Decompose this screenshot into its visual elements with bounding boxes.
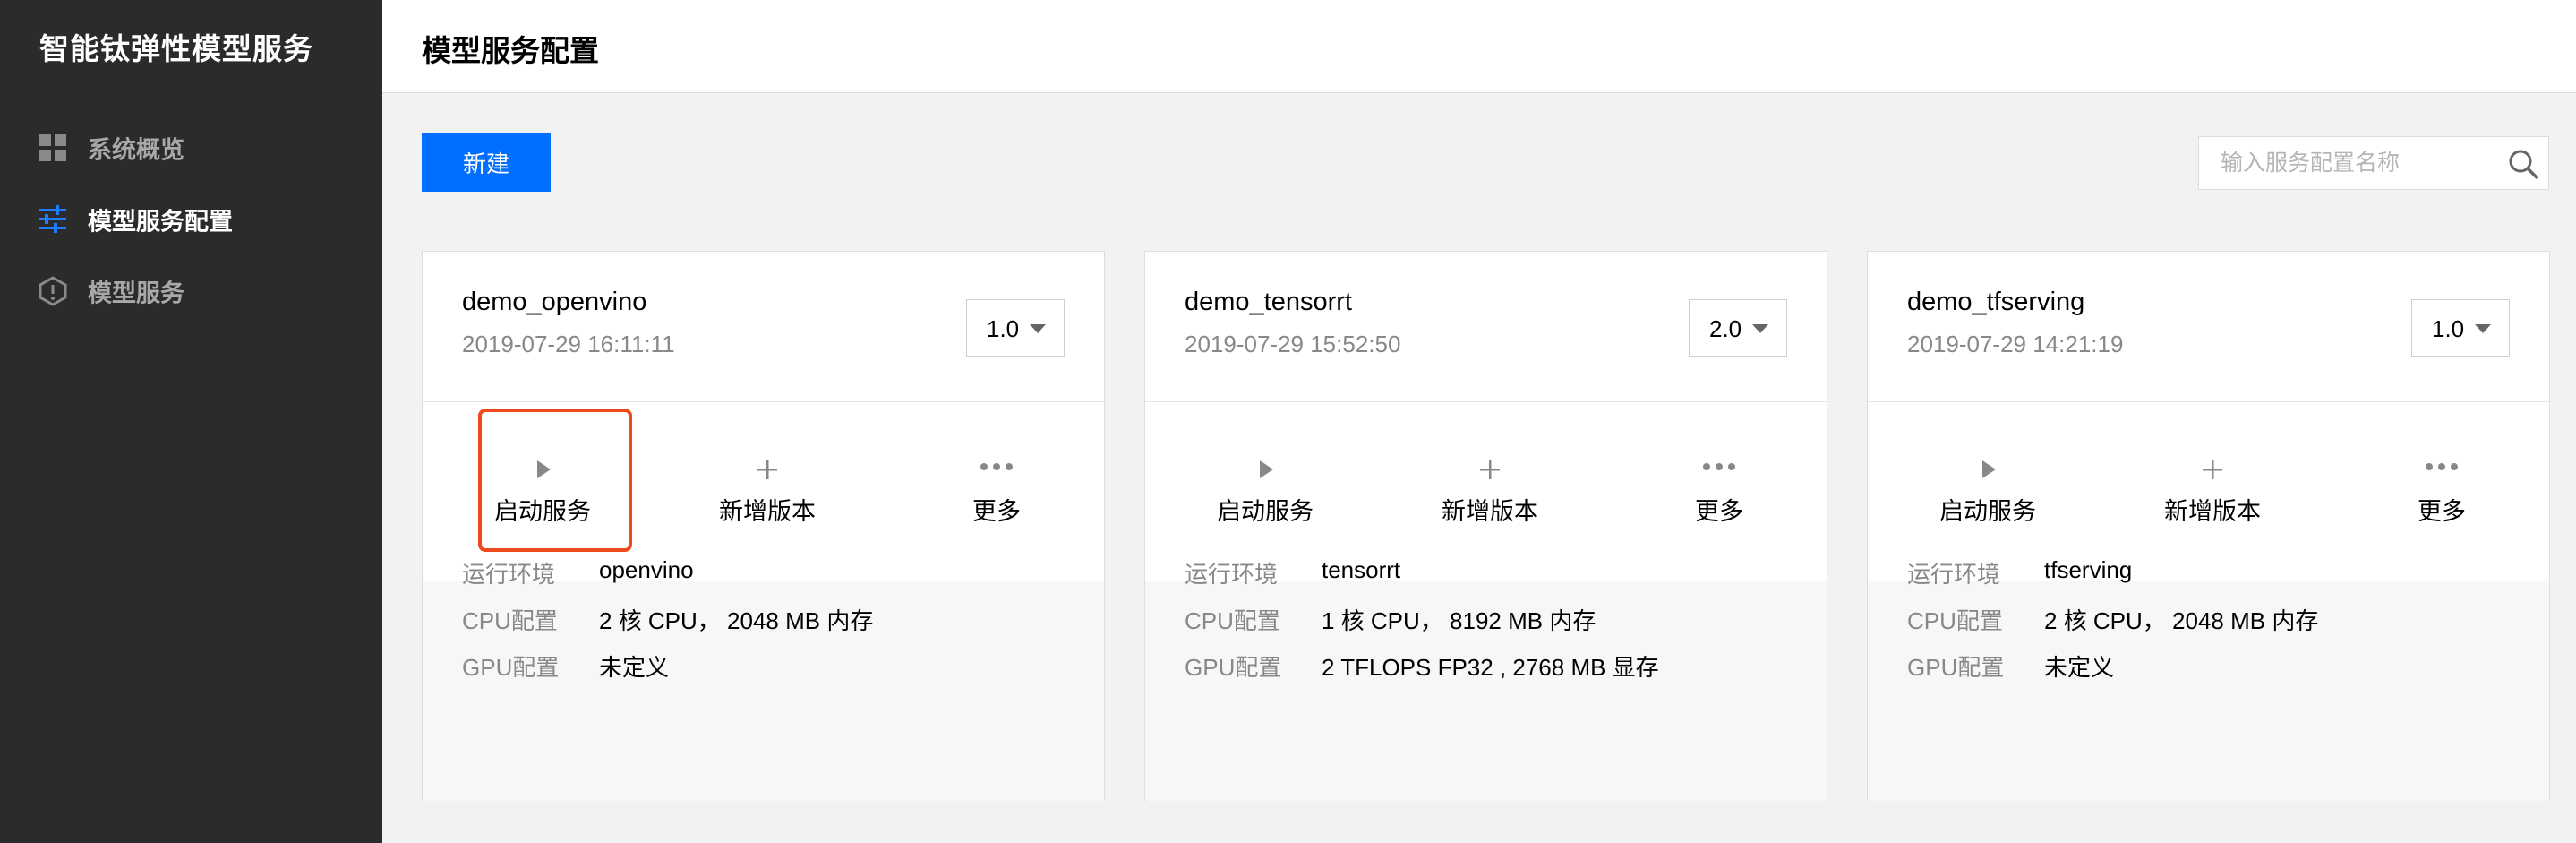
chevron-down-icon bbox=[2475, 324, 2491, 333]
version-select[interactable]: 1.0 bbox=[966, 299, 1065, 357]
detail-value: 2 核 CPU， 2048 MB 内存 bbox=[2044, 607, 2319, 634]
card-time: 2019-07-29 16:11:11 bbox=[462, 331, 675, 357]
play-icon bbox=[1260, 460, 1273, 478]
new-button[interactable]: 新建 bbox=[422, 133, 551, 192]
detail-value: 2 核 CPU， 2048 MB 内存 bbox=[599, 607, 874, 634]
detail-value: 未定义 bbox=[2044, 654, 2115, 681]
plus-icon bbox=[1480, 460, 1500, 479]
page-title: 模型服务配置 bbox=[422, 34, 599, 67]
service-card: demo_tensorrt 2019-07-29 15:52:50 2.0 启动… bbox=[1144, 251, 1827, 801]
detail-key: GPU配置 bbox=[462, 654, 560, 681]
card-actions: 启动服务 新增版本 更多 bbox=[1145, 402, 1827, 563]
search-input[interactable] bbox=[2199, 137, 2486, 189]
app-title: 智能钛弹性模型服务 bbox=[39, 32, 313, 65]
version-select[interactable]: 2.0 bbox=[1689, 299, 1787, 357]
add-version-button[interactable]: 新增版本 bbox=[1436, 402, 1544, 563]
grid-icon bbox=[39, 134, 66, 161]
detail-key: CPU配置 bbox=[1185, 607, 1280, 634]
card-name: demo_tensorrt bbox=[1185, 288, 1352, 316]
add-version-button[interactable]: 新增版本 bbox=[714, 402, 821, 563]
more-button[interactable]: 更多 bbox=[2397, 402, 2486, 563]
detail-key: 运行环境 bbox=[1185, 561, 1279, 588]
header: 模型服务配置 bbox=[382, 0, 2576, 93]
more-button[interactable]: 更多 bbox=[952, 402, 1041, 563]
start-service-button[interactable]: 启动服务 bbox=[1211, 402, 1319, 563]
detail-value: openvino bbox=[599, 556, 694, 583]
card-actions: 启动服务 新增版本 更多 bbox=[1868, 402, 2549, 563]
search-box bbox=[2198, 136, 2549, 190]
more-button[interactable]: 更多 bbox=[1674, 402, 1764, 563]
action-label: 更多 bbox=[1695, 498, 1743, 525]
version-value: 1.0 bbox=[987, 315, 1020, 342]
add-version-button[interactable]: 新增版本 bbox=[2159, 402, 2266, 563]
card-name: demo_tfserving bbox=[1907, 288, 2085, 316]
plus-icon bbox=[757, 460, 777, 479]
play-icon bbox=[1982, 460, 1996, 478]
card-actions: 启动服务 新增版本 更多 bbox=[423, 402, 1104, 563]
action-label: 启动服务 bbox=[494, 498, 591, 525]
ellipsis-icon bbox=[2426, 463, 2458, 470]
play-icon bbox=[537, 460, 551, 478]
sidebar-item-label: 系统概览 bbox=[88, 136, 184, 164]
action-label: 新增版本 bbox=[2164, 498, 2261, 525]
action-label: 新增版本 bbox=[719, 498, 816, 525]
card-time: 2019-07-29 14:21:19 bbox=[1907, 331, 2124, 357]
action-label: 更多 bbox=[972, 498, 1021, 525]
sliders-icon bbox=[39, 205, 66, 233]
sidebar-item-model-config[interactable]: 模型服务配置 bbox=[0, 188, 382, 251]
action-label: 启动服务 bbox=[1217, 498, 1314, 525]
card-header: demo_tfserving 2019-07-29 14:21:19 1.0 bbox=[1868, 252, 2549, 402]
version-value: 2.0 bbox=[1709, 315, 1742, 342]
chevron-down-icon bbox=[1030, 324, 1046, 333]
service-card: demo_openvino 2019-07-29 16:11:11 1.0 启动… bbox=[422, 251, 1105, 801]
detail-key: 运行环境 bbox=[1907, 561, 2001, 588]
sidebar: 智能钛弹性模型服务 系统概览 模型服务配置 模型服务 bbox=[0, 0, 382, 843]
action-label: 新增版本 bbox=[1442, 498, 1538, 525]
detail-key: GPU配置 bbox=[1185, 654, 1282, 681]
sidebar-item-model-service[interactable]: 模型服务 bbox=[0, 260, 382, 323]
service-card: demo_tfserving 2019-07-29 14:21:19 1.0 启… bbox=[1867, 251, 2550, 801]
start-service-button[interactable]: 启动服务 bbox=[1934, 402, 2041, 563]
detail-value: 2 TFLOPS FP32 , 2768 MB 显存 bbox=[1322, 654, 1659, 681]
detail-value: tensorrt bbox=[1322, 556, 1401, 583]
plus-icon bbox=[2203, 460, 2222, 479]
detail-key: CPU配置 bbox=[1907, 607, 2003, 634]
detail-key: CPU配置 bbox=[462, 607, 558, 634]
start-service-button[interactable]: 启动服务 bbox=[489, 402, 596, 563]
action-label: 启动服务 bbox=[1939, 498, 2036, 525]
card-name: demo_openvino bbox=[462, 288, 647, 316]
version-select[interactable]: 1.0 bbox=[2411, 299, 2510, 357]
card-header: demo_tensorrt 2019-07-29 15:52:50 2.0 bbox=[1145, 252, 1827, 402]
ellipsis-icon bbox=[1703, 463, 1735, 470]
detail-value: tfserving bbox=[2044, 556, 2133, 583]
version-value: 1.0 bbox=[2432, 315, 2465, 342]
cube-icon bbox=[39, 276, 67, 306]
detail-key: 运行环境 bbox=[462, 561, 556, 588]
detail-value: 1 核 CPU， 8192 MB 内存 bbox=[1322, 607, 1596, 634]
sidebar-item-label: 模型服务配置 bbox=[88, 208, 233, 236]
ellipsis-icon bbox=[980, 463, 1013, 470]
search-icon[interactable] bbox=[2507, 148, 2539, 180]
action-label: 更多 bbox=[2418, 498, 2466, 525]
sidebar-item-label: 模型服务 bbox=[88, 280, 184, 307]
detail-key: GPU配置 bbox=[1907, 654, 2005, 681]
card-time: 2019-07-29 15:52:50 bbox=[1185, 331, 1401, 357]
detail-value: 未定义 bbox=[599, 654, 670, 681]
chevron-down-icon bbox=[1752, 324, 1768, 333]
card-header: demo_openvino 2019-07-29 16:11:11 1.0 bbox=[423, 252, 1104, 402]
sidebar-item-overview[interactable]: 系统概览 bbox=[0, 116, 382, 179]
